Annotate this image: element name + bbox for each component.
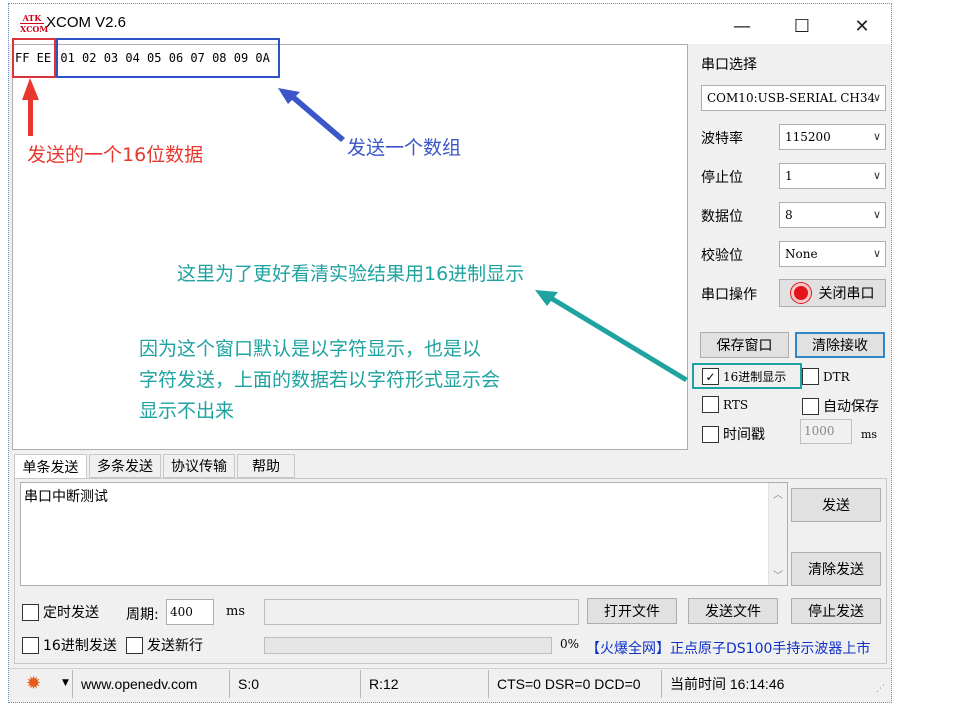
timed-send-label: 定时发送 xyxy=(43,605,99,621)
clear-send-button[interactable]: 清除发送 xyxy=(791,552,881,586)
tab-multi-send[interactable]: 多条发送 xyxy=(89,454,161,478)
auto-save-box xyxy=(802,397,819,415)
send-text: 串口中断测试 xyxy=(24,489,108,505)
auto-save-label: 自动保存 xyxy=(823,399,879,415)
hex-send-checkbox[interactable]: 16进制发送 xyxy=(22,635,117,655)
chevron-down-icon[interactable]: ▼ xyxy=(62,678,69,688)
tab-single-send[interactable]: 单条发送 xyxy=(14,454,87,478)
annotation-hex-note: 这里为了更好看清实验结果用16进制显示 xyxy=(177,263,525,285)
tab-protocol[interactable]: 协议传输 xyxy=(163,454,235,478)
ad-link[interactable]: 【火爆全网】正点原子DS100手持示波器上市 xyxy=(586,638,870,658)
status-received: R:12 xyxy=(360,670,488,698)
timed-send-checkbox[interactable]: 定时发送 xyxy=(22,602,99,622)
annotation-window-note-2: 字符发送，上面的数据若以字符形式显示会 xyxy=(139,369,501,391)
annotation-window-note-1: 因为这个窗口默认是以字符显示，也是以 xyxy=(139,338,482,360)
chevron-down-icon: ∨ xyxy=(872,169,881,182)
open-file-button[interactable]: 打开文件 xyxy=(587,598,677,624)
file-path-field[interactable] xyxy=(264,599,579,625)
status-time: 当前时间 16:14:46 xyxy=(661,670,873,698)
close-port-button[interactable]: 关闭串口 xyxy=(779,279,886,307)
annotation-single: 发送的一个16位数据 xyxy=(27,144,204,166)
blue-arrow xyxy=(278,88,345,142)
databits-value: 8 xyxy=(785,208,793,222)
close-port-label: 关闭串口 xyxy=(818,286,875,302)
teal-arrow xyxy=(535,290,688,382)
annotation-window-note-3: 显示不出来 xyxy=(139,400,235,422)
chevron-down-icon: ∨ xyxy=(872,208,881,221)
chevron-down-icon: ∨ xyxy=(872,130,881,143)
timestamp-label: 时间戳 xyxy=(723,427,765,443)
scroll-down-icon[interactable]: ﹀ xyxy=(769,567,787,582)
chevron-down-icon: ∨ xyxy=(872,91,881,104)
annotation-array: 发送一个数组 xyxy=(347,137,462,159)
stopbits-label: 停止位 xyxy=(701,170,743,186)
databits-label: 数据位 xyxy=(701,209,743,225)
send-scrollbar[interactable]: ︿ ﹀ xyxy=(768,483,787,585)
timestamp-checkbox[interactable]: 时间戳 xyxy=(702,424,765,444)
port-select[interactable]: COM10:USB-SERIAL CH34 ∨ xyxy=(701,85,886,111)
send-progress-text: 0% xyxy=(560,637,580,651)
status-sent: S:0 xyxy=(229,670,360,698)
send-button[interactable]: 发送 xyxy=(791,488,881,522)
hex-display-label: 16进制显示 xyxy=(723,370,787,384)
port-select-label: 串口选择 xyxy=(701,57,757,73)
port-value: COM10:USB-SERIAL CH34 xyxy=(707,91,876,105)
rts-checkbox[interactable]: RTS xyxy=(702,396,748,413)
send-newline-label: 发送新行 xyxy=(147,638,203,654)
gear-icon[interactable]: ✹ xyxy=(26,673,41,694)
checkmark-icon: ✓ xyxy=(702,368,719,385)
tab-help[interactable]: 帮助 xyxy=(237,454,295,478)
red-arrow xyxy=(22,78,39,136)
parity-select[interactable]: None ∨ xyxy=(779,241,886,267)
baud-select[interactable]: 115200 ∨ xyxy=(779,124,886,150)
dtr-box xyxy=(802,368,819,385)
parity-value: None xyxy=(785,247,818,261)
timed-send-box xyxy=(22,603,39,621)
red-led-icon xyxy=(790,283,811,303)
send-newline-box xyxy=(126,636,143,654)
hex-display-checkbox[interactable]: ✓ 16进制显示 xyxy=(702,368,786,385)
dtr-label: DTR xyxy=(823,369,850,384)
baud-label: 波特率 xyxy=(701,131,743,147)
send-newline-checkbox[interactable]: 发送新行 xyxy=(126,635,203,655)
chevron-down-icon: ∨ xyxy=(872,247,881,260)
period-input[interactable]: 400 xyxy=(166,599,214,625)
send-progress-bar xyxy=(264,637,552,654)
period-unit: ms xyxy=(226,604,245,619)
timestamp-box xyxy=(702,425,719,443)
rts-box xyxy=(702,396,719,413)
databits-select[interactable]: 8 ∨ xyxy=(779,202,886,228)
port-op-label: 串口操作 xyxy=(701,287,757,303)
hex-send-box xyxy=(22,636,39,654)
stop-send-button[interactable]: 停止发送 xyxy=(791,598,881,624)
clear-receive-button[interactable]: 清除接收 xyxy=(795,332,885,358)
parity-label: 校验位 xyxy=(701,248,743,264)
stopbits-value: 1 xyxy=(785,169,793,183)
dtr-checkbox[interactable]: DTR xyxy=(802,368,850,385)
timestamp-input[interactable]: 1000 xyxy=(800,419,852,444)
status-lines: CTS=0 DSR=0 DCD=0 xyxy=(488,670,661,698)
period-label: 周期: xyxy=(126,607,159,623)
save-window-button[interactable]: 保存窗口 xyxy=(700,332,789,358)
rts-label: RTS xyxy=(723,397,749,412)
baud-value: 115200 xyxy=(785,130,831,144)
stopbits-select[interactable]: 1 ∨ xyxy=(779,163,886,189)
resize-grip-icon[interactable]: ⋰ xyxy=(876,684,885,694)
send-file-button[interactable]: 发送文件 xyxy=(688,598,778,624)
auto-save-checkbox[interactable]: 自动保存 xyxy=(802,396,879,416)
hex-send-label: 16进制发送 xyxy=(43,638,117,654)
send-input[interactable]: 串口中断测试 ︿ ﹀ xyxy=(20,482,788,586)
status-website[interactable]: www.openedv.com xyxy=(72,670,229,698)
scroll-up-icon[interactable]: ︿ xyxy=(769,486,787,501)
timestamp-unit: ms xyxy=(861,428,878,441)
